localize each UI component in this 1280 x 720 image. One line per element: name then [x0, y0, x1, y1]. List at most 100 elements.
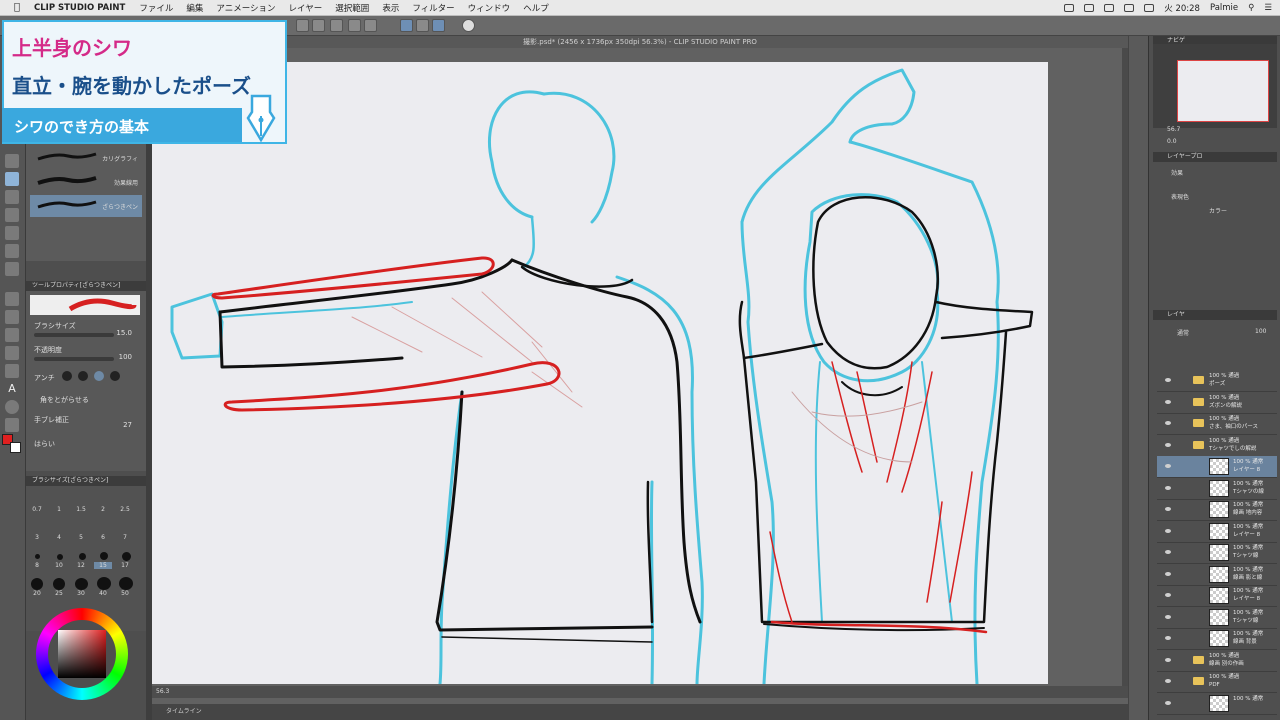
drawing-canvas[interactable]	[152, 62, 1048, 684]
decoration-tool-icon[interactable]	[5, 262, 19, 276]
visibility-eye-icon[interactable]	[1165, 614, 1171, 619]
layer-folder-row[interactable]: 100 % 通過 ポーズ	[1157, 370, 1277, 392]
menu-list-icon[interactable]: ☰	[1264, 3, 1272, 13]
sub-color-swatch[interactable]	[10, 442, 21, 453]
pen-tool-icon[interactable]	[5, 154, 19, 168]
brush-size-option[interactable]: 4	[50, 534, 68, 541]
gradient-tool-icon[interactable]	[5, 310, 19, 324]
brush-size-option[interactable]: 0.7	[28, 506, 46, 513]
clear-icon[interactable]	[330, 19, 343, 32]
subtool-item[interactable]: カリグラフィ	[30, 147, 142, 169]
visibility-eye-icon[interactable]	[1165, 442, 1171, 447]
visibility-eye-icon[interactable]	[1165, 485, 1171, 490]
brush-size-option[interactable]: 5	[72, 534, 90, 541]
visibility-eye-icon[interactable]	[1165, 378, 1171, 382]
apple-icon[interactable]: 	[10, 2, 24, 13]
layer-row[interactable]: 100 % 通常 Tシャツ線	[1157, 542, 1277, 564]
visibility-eye-icon[interactable]	[1165, 700, 1171, 705]
battery-icon[interactable]	[1144, 4, 1155, 12]
visibility-eye-icon[interactable]	[1165, 571, 1171, 576]
antialias-option[interactable]	[62, 371, 72, 381]
redo-icon[interactable]	[312, 19, 325, 32]
brush-size-slider[interactable]	[34, 333, 114, 337]
brush-size-option[interactable]: 20	[28, 590, 46, 597]
brush-size-option[interactable]: 1	[50, 506, 68, 513]
correct-line-tool-icon[interactable]	[5, 418, 19, 432]
navigator-angle[interactable]: 0.0	[1167, 138, 1177, 145]
layer-row[interactable]: 100 % 通常 線画 影と線	[1157, 564, 1277, 586]
opacity-value[interactable]: 100	[119, 353, 132, 361]
layer-tab[interactable]: レイヤ	[1153, 310, 1277, 320]
frame-tool-icon[interactable]	[5, 346, 19, 360]
snap-icon[interactable]	[416, 19, 429, 32]
timeline-bar[interactable]: タイムライン	[152, 704, 1128, 720]
figure-tool-icon[interactable]	[5, 328, 19, 342]
sharpen-label[interactable]: 角をとがらせる	[40, 395, 89, 405]
opacity-slider[interactable]	[34, 357, 114, 361]
fill-bucket-icon[interactable]	[5, 292, 19, 306]
brush-size-option[interactable]: 7	[116, 534, 134, 541]
layer-row[interactable]: 100 % 通常 線画 地内容	[1157, 499, 1277, 521]
cut-icon[interactable]	[348, 19, 361, 32]
menu-layer[interactable]: レイヤー	[289, 2, 323, 14]
layer-row[interactable]: 100 % 通常 レイヤー 8	[1157, 585, 1277, 607]
blend-tool-icon[interactable]	[5, 226, 19, 240]
brush-size-option[interactable]: 8	[28, 562, 46, 569]
brush-tool-icon[interactable]	[5, 172, 19, 186]
brush-size-option[interactable]: 12	[72, 562, 90, 569]
layer-folder-row[interactable]: 100 % 通過 Tシャツでしの解説	[1157, 435, 1277, 457]
visibility-eye-icon[interactable]	[1165, 421, 1171, 425]
brush-size-option[interactable]: 17	[116, 562, 134, 569]
visibility-eye-icon[interactable]	[1165, 507, 1171, 511]
layer-row[interactable]: 100 % 通常	[1157, 693, 1277, 715]
wifi-icon[interactable]	[1104, 4, 1115, 12]
flag-icon[interactable]	[1124, 4, 1135, 12]
menu-file[interactable]: ファイル	[139, 2, 173, 14]
menu-view[interactable]: 表示	[382, 2, 399, 14]
color-wheel[interactable]	[36, 608, 128, 700]
visibility-eye-icon[interactable]	[1165, 464, 1171, 468]
user-name[interactable]: Palmie	[1210, 3, 1238, 13]
brush-size-option[interactable]: 1.5	[72, 506, 90, 513]
visibility-eye-icon[interactable]	[1165, 550, 1171, 554]
clock[interactable]: 火 20:28	[1164, 2, 1200, 14]
balloon-tool-icon[interactable]	[5, 400, 19, 414]
visibility-eye-icon[interactable]	[1165, 528, 1171, 533]
color-mode-value[interactable]: カラー	[1209, 206, 1227, 215]
brush-size-option[interactable]: 10	[50, 562, 68, 569]
layer-opacity-value[interactable]: 100	[1255, 328, 1266, 335]
visibility-eye-icon[interactable]	[1165, 679, 1171, 683]
menu-help[interactable]: ヘルプ	[523, 2, 549, 14]
visibility-eye-icon[interactable]	[1165, 657, 1171, 662]
menu-animation[interactable]: アニメーション	[216, 2, 275, 14]
text-tool-icon[interactable]: A	[5, 382, 19, 396]
blend-mode-select[interactable]: 通常	[1177, 328, 1189, 337]
subtool-item[interactable]: ざらつきペン	[30, 195, 142, 217]
undo-icon[interactable]	[296, 19, 309, 32]
app-name-menu[interactable]: CLIP STUDIO PAINT	[34, 3, 125, 13]
antialias-option[interactable]	[94, 371, 104, 381]
antialias-option[interactable]	[110, 371, 120, 381]
brush-size-option-selected[interactable]: 15	[94, 562, 112, 569]
layer-row[interactable]: 100 % 通常 線画 背景	[1157, 628, 1277, 650]
airbrush-tool-icon[interactable]	[5, 244, 19, 258]
menu-window[interactable]: ウィンドウ	[468, 2, 511, 14]
ruler-tool-icon[interactable]	[5, 364, 19, 378]
navigator-thumbnail[interactable]	[1177, 60, 1269, 122]
ruler-snap-icon[interactable]	[432, 19, 445, 32]
status-icon[interactable]	[1084, 4, 1095, 12]
layer-folder-row[interactable]: 100 % 通過 さま、袖口のパース	[1157, 413, 1277, 435]
brush-size-option[interactable]: 6	[94, 534, 112, 541]
layer-property-tab[interactable]: レイヤープロ	[1153, 152, 1277, 162]
layer-row[interactable]: 100 % 通常 レイヤー 8	[1157, 456, 1277, 478]
layer-folder-row[interactable]: 100 % 通過 ズボンの解説	[1157, 392, 1277, 414]
status-icon[interactable]	[1064, 4, 1075, 12]
subtool-item[interactable]: 効果線用	[30, 171, 142, 193]
menu-edit[interactable]: 編集	[186, 2, 203, 14]
brush-size-option[interactable]: 3	[28, 534, 46, 541]
layer-row[interactable]: 100 % 通常 Tシャツ線	[1157, 607, 1277, 629]
layer-row[interactable]: 100 % 通常 Tシャツの線	[1157, 478, 1277, 500]
brush-size-option[interactable]: 50	[116, 590, 134, 597]
brush-size-option[interactable]: 25	[50, 590, 68, 597]
layer-folder-row[interactable]: 100 % 通過 線画 別の作画	[1157, 650, 1277, 672]
